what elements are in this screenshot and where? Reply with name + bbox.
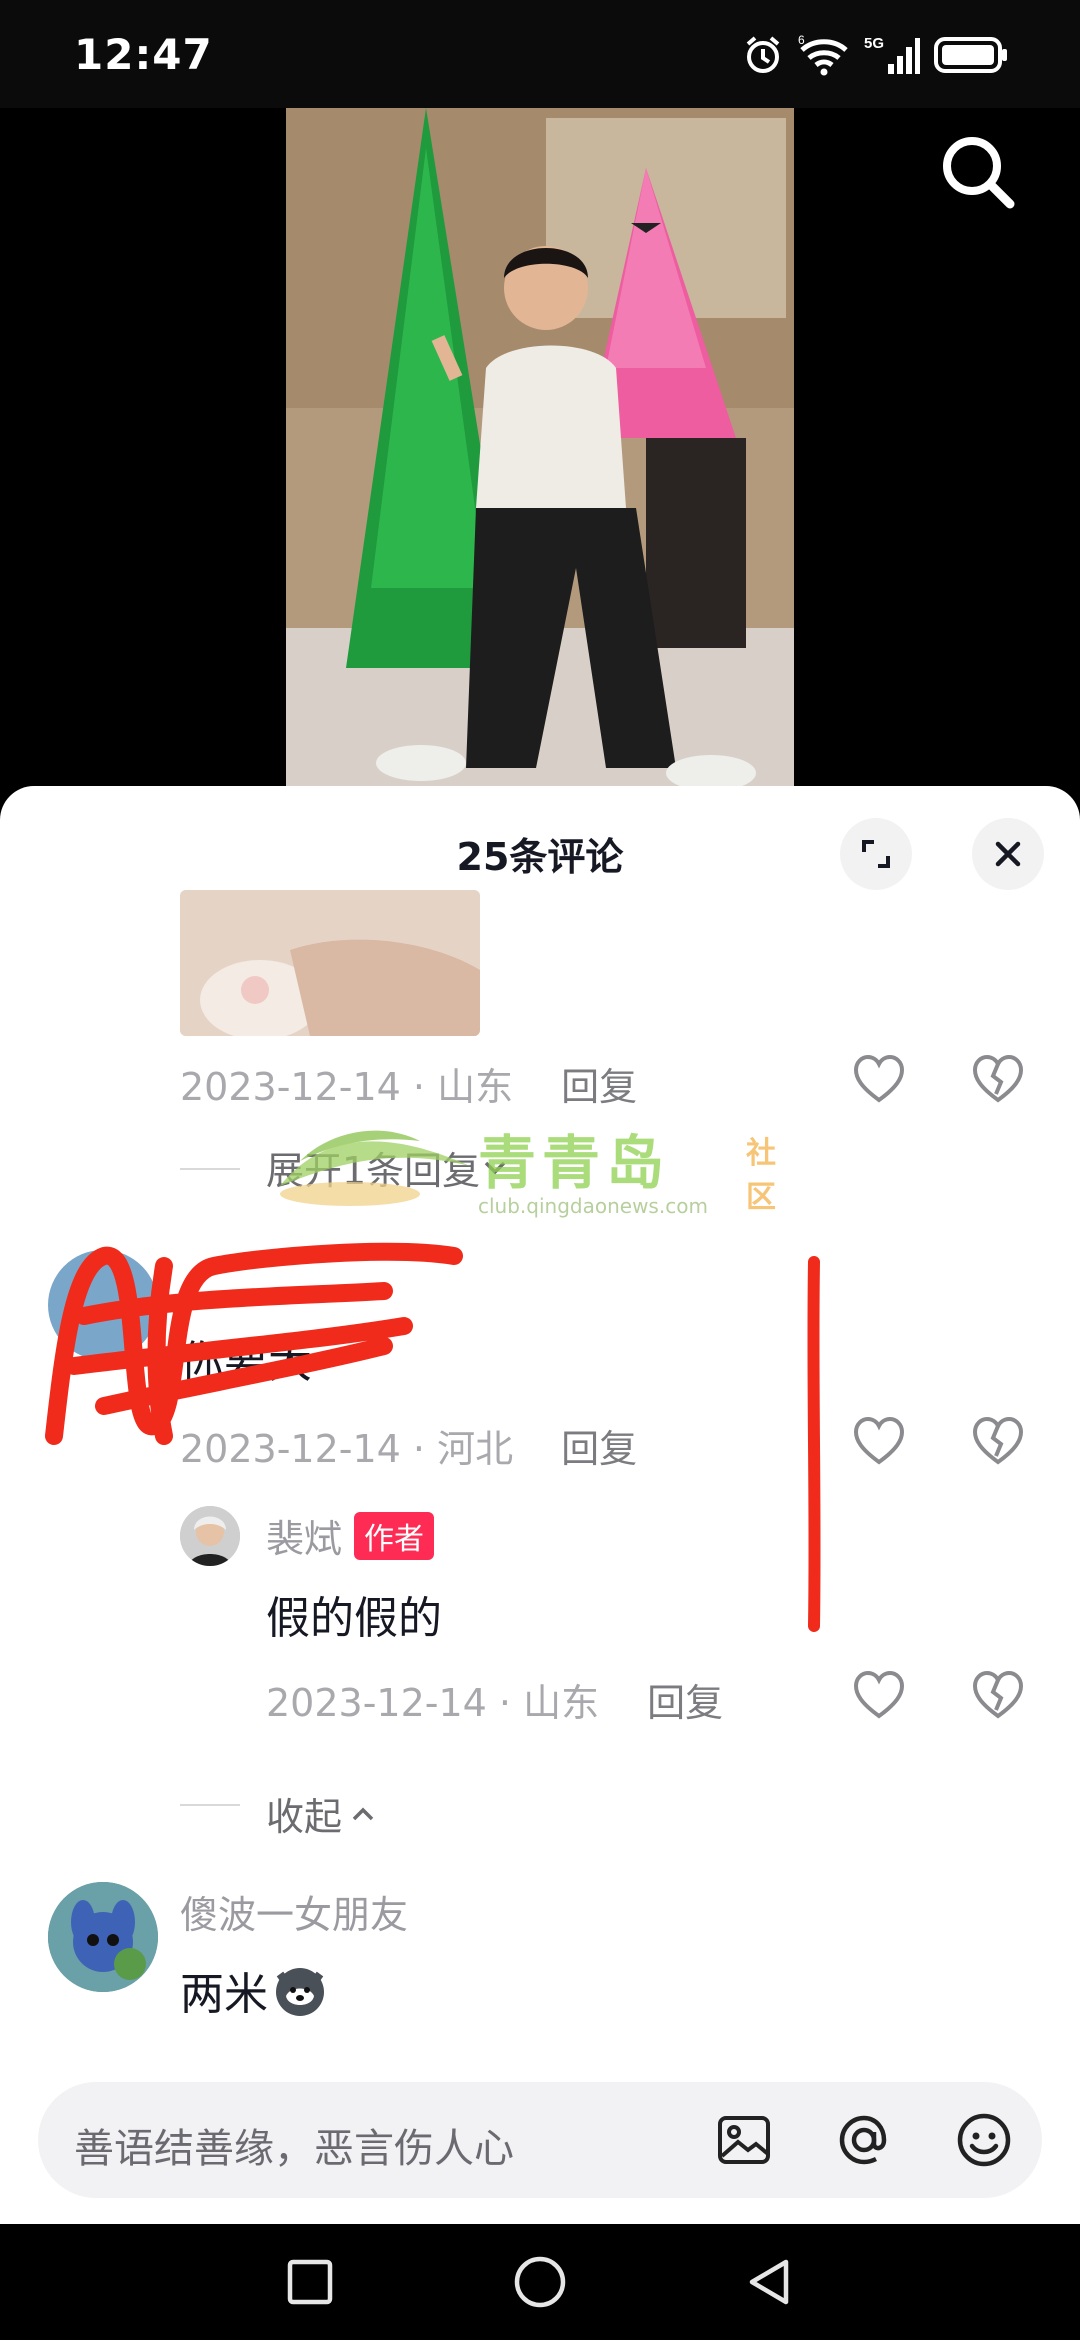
comment-text: 假的假的 [266, 1593, 442, 1644]
heart-icon [853, 1670, 905, 1719]
smiley-icon [957, 2113, 1011, 2167]
dislike-button[interactable] [970, 1052, 1026, 1108]
search-icon [943, 137, 1015, 209]
expand-panel-button[interactable] [840, 818, 912, 890]
username[interactable]: 傻波一女朋友 [180, 1884, 408, 1939]
system-nav-bar [0, 2224, 1080, 2340]
comment-meta: 2023-12-14 · 河北 回复 [180, 1418, 637, 1473]
dog-emoji-icon [276, 1968, 324, 2016]
svg-text:6: 6 [798, 34, 805, 47]
chevron-up-icon [352, 1807, 374, 1820]
circle-icon [514, 2256, 566, 2308]
comment-meta: 2023-12-14 · 山东 回复 [266, 1672, 723, 1727]
emoji-button[interactable] [954, 2110, 1014, 2170]
heart-icon [853, 1054, 905, 1103]
divider-line [180, 1804, 240, 1806]
reply-button[interactable]: 回复 [561, 1056, 637, 1111]
red-marker-line [807, 1256, 821, 1632]
broken-heart-icon [972, 1054, 1024, 1103]
heart-icon [853, 1416, 905, 1465]
mention-button[interactable] [834, 2110, 894, 2170]
reply-username-row: 裴烒 作者 [266, 1508, 435, 1563]
recents-button[interactable] [282, 2254, 338, 2310]
wifi-icon: 6 [798, 34, 848, 76]
comment-text-row: 两米 [180, 1958, 328, 2022]
square-icon [287, 2259, 333, 2305]
comment-input[interactable]: 善语结善缘，恶言伤人心 [38, 2082, 1042, 2198]
dislike-button[interactable] [970, 1668, 1026, 1724]
alarm-icon [746, 36, 780, 73]
author-badge: 作者 [354, 1511, 435, 1560]
broken-heart-icon [972, 1416, 1024, 1465]
collapse-label: 收起 [266, 1795, 343, 1839]
video-photo [286, 108, 794, 808]
home-button[interactable] [512, 2254, 568, 2310]
like-button[interactable] [851, 1414, 907, 1470]
comment-meta: 2023-12-14 · 山东 回复 [180, 1056, 637, 1111]
comment-date: 2023-12-14 · 河北 [180, 1427, 514, 1471]
watermark-url: club.qingdaonews.com [478, 1194, 708, 1218]
close-icon [995, 841, 1021, 867]
comment-date: 2023-12-14 · 山东 [180, 1065, 514, 1109]
image-icon [718, 2116, 770, 2164]
like-button[interactable] [851, 1052, 907, 1108]
reply-button[interactable]: 回复 [647, 1672, 723, 1727]
comment-text: 两米 [180, 1969, 268, 2020]
comment-image[interactable] [180, 890, 480, 1036]
avatar[interactable] [180, 1506, 240, 1566]
back-button[interactable] [742, 2254, 798, 2310]
status-time: 12:47 [74, 30, 213, 79]
comment-date: 2023-12-14 · 山东 [266, 1681, 600, 1725]
status-bar: 12:47 6 5G [0, 0, 1080, 108]
comments-title: 25条评论 [456, 835, 624, 879]
watermark-tag: 社区 [746, 1136, 776, 1215]
avatar[interactable] [48, 1882, 158, 1992]
signal-5g-icon: 5G [864, 35, 920, 74]
broken-heart-icon [972, 1670, 1024, 1719]
status-icons: 6 5G [742, 34, 1010, 76]
at-icon [839, 2115, 887, 2165]
comment-input-placeholder: 善语结善缘，恶言伤人心 [74, 2126, 514, 2172]
reply-button[interactable]: 回复 [561, 1418, 637, 1473]
triangle-back-icon [749, 2259, 789, 2305]
dislike-button[interactable] [970, 1414, 1026, 1470]
image-picker-button[interactable] [714, 2110, 774, 2170]
svg-text:5G: 5G [864, 35, 884, 52]
comment-username-row: 傻波一女朋友 [180, 1884, 408, 1939]
username[interactable]: 裴烒 [266, 1508, 342, 1563]
search-button[interactable] [934, 128, 1024, 218]
expand-icon [862, 840, 890, 868]
close-button[interactable] [972, 818, 1044, 890]
like-button[interactable] [851, 1668, 907, 1724]
comments-sheet: 25条评论 2023-12-14 · 山东 回复 展开1条回复 青青岛 社区 c… [0, 786, 1080, 2224]
divider-line [180, 1168, 240, 1170]
battery-icon [934, 37, 1007, 73]
watermark-name: 青青岛 [478, 1129, 671, 1197]
collapse-replies-button[interactable]: 收起 [266, 1786, 378, 1841]
video-area[interactable] [0, 108, 1080, 808]
